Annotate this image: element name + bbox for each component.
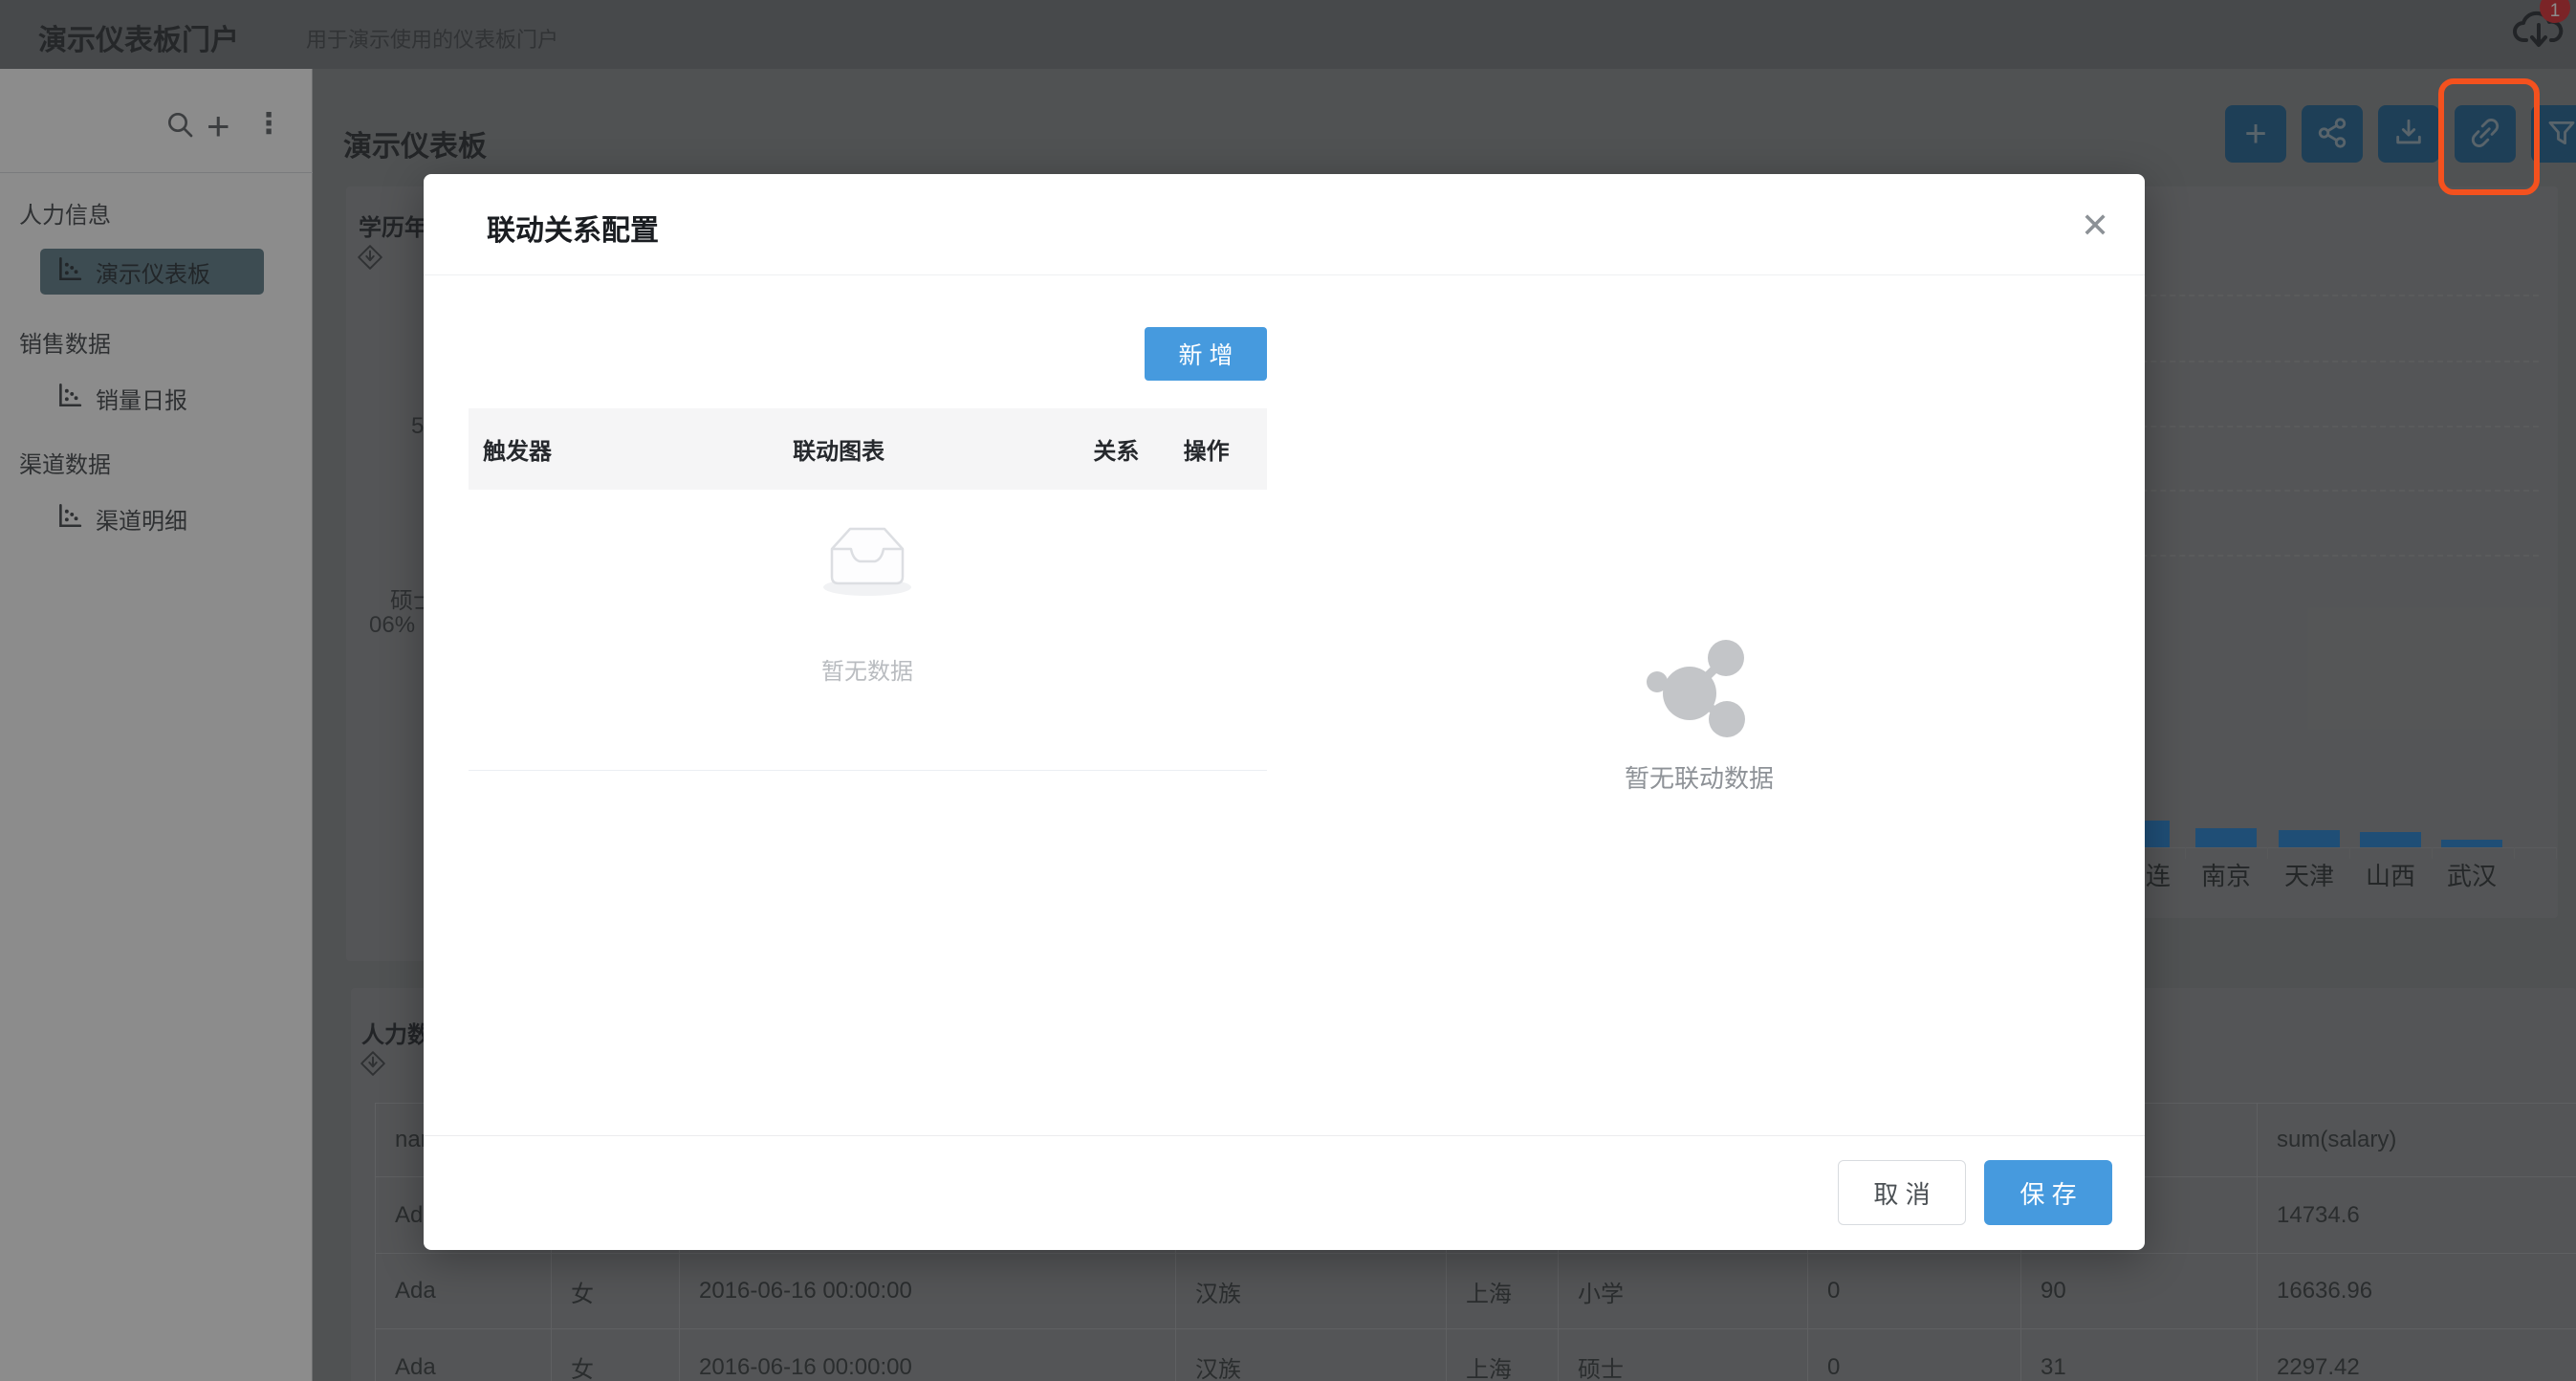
column-header-linked-chart: 联动图表 xyxy=(793,432,1093,466)
screen: 演示仪表板门户 用于演示使用的仪表板门户 1 + ⋮ 人力信息 xyxy=(0,0,2576,1381)
add-linkage-button[interactable]: 新 增 xyxy=(1145,327,1267,381)
linkage-network-icon xyxy=(1642,639,1757,749)
empty-text: 暂无数据 xyxy=(821,652,913,686)
cancel-button[interactable]: 取 消 xyxy=(1838,1160,1966,1225)
dialog-title: 联动关系配置 xyxy=(487,207,659,249)
column-header-action: 操作 xyxy=(1184,432,1267,466)
footer-divider xyxy=(424,1135,2145,1136)
close-icon[interactable]: ✕ xyxy=(2081,208,2109,243)
column-header-relation: 关系 xyxy=(1093,432,1183,466)
linkage-config-dialog: 联动关系配置 ✕ 新 增 触发器 联动图表 关系 操作 暂无数据 xyxy=(424,174,2145,1250)
linkage-empty-text: 暂无联动数据 xyxy=(1625,759,1774,795)
empty-box-icon xyxy=(819,518,915,605)
linkage-table-header: 触发器 联动图表 关系 操作 xyxy=(469,408,1267,490)
dialog-header: 联动关系配置 ✕ xyxy=(424,174,2145,275)
column-header-trigger: 触发器 xyxy=(483,432,793,466)
annotation-highlight xyxy=(2438,78,2540,195)
save-button[interactable]: 保 存 xyxy=(1984,1160,2112,1225)
table-bottom-border xyxy=(469,770,1267,771)
